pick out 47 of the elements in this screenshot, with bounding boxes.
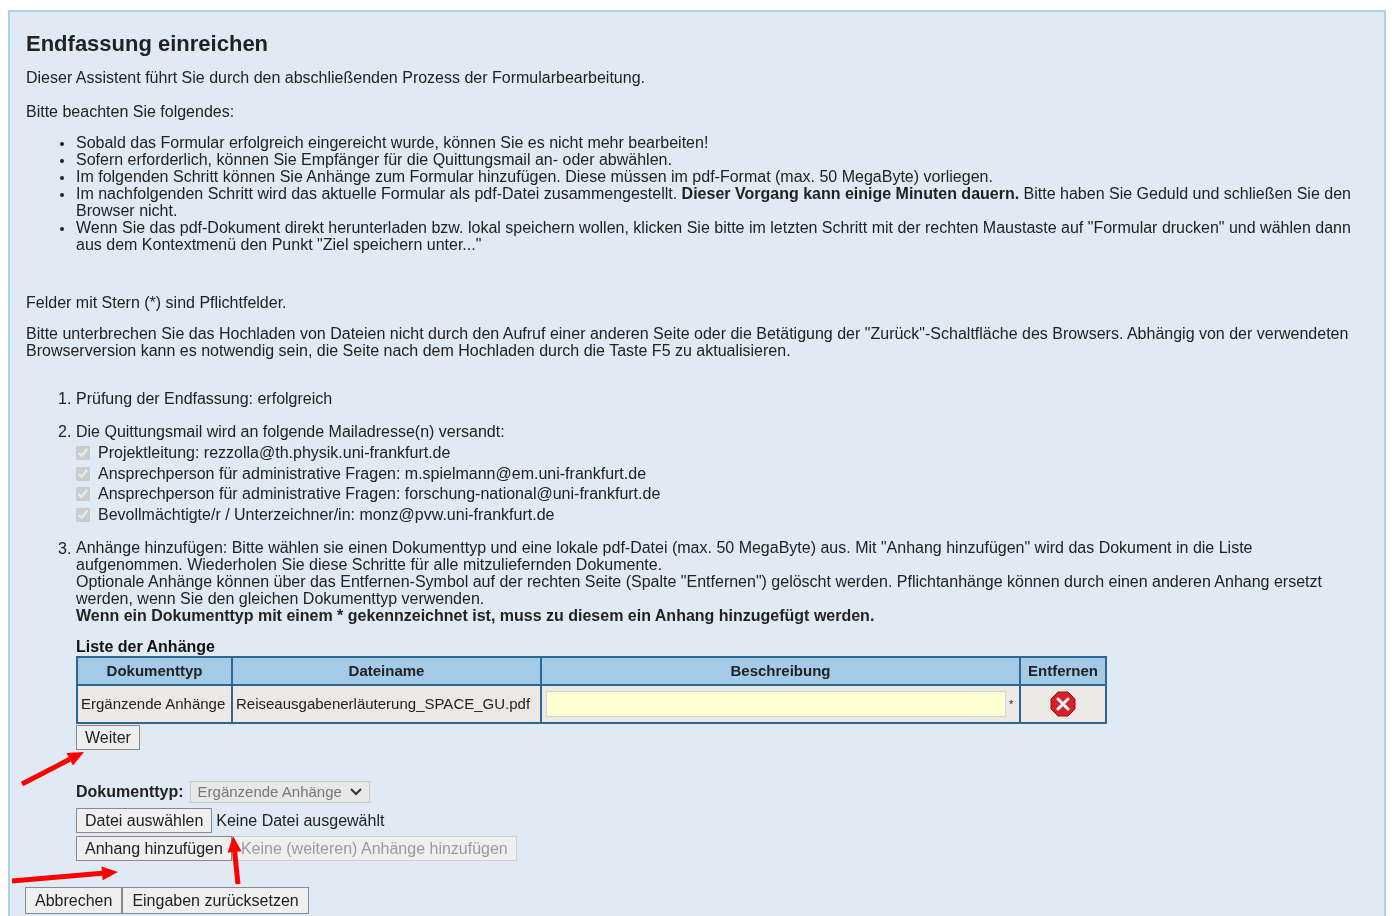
step-text: Optionale Anhänge können über das Entfernen-Symbol auf der rechten Seite (Spalte "Entfernen") gelöscht werden. Pflichtanhänge können durch einen anderen Anhang ersetzt werden, wenn Sie den gleichen Dokumenttyp verwenden. — [76, 573, 1323, 607]
upload-note: Bitte unterbrechen Sie das Hochladen von Dateien nicht durch den Aufruf einer anderen Seite oder die Betätigung der "Zurück"-Schaltfläche des Browsers. Abhängig von der verwendeten Browserversion kann es notwendig sein, die Seite nach dem Hochladen durch die Taste F5 zu aktualisieren. — [26, 325, 1350, 359]
required-warning: Wenn ein Dokumenttyp mit einem * gekennzeichnet ist, muss zu diesem ein Anhang hinzugefügt werden. — [76, 607, 876, 624]
step-text: Anhänge hinzufügen: Bitte wählen sie einen Dokumenttyp und eine lokale pdf-Datei (max. 50 MegaByte) aus. Mit "Anhang hinzufügen" wird das Dokument in die Liste aufgenommen. Wiederholen Sie diese Schritte für alle mitzuliefernden Dokumente. — [76, 539, 1254, 573]
footer-button[interactable]: Abbrechen — [25, 887, 123, 914]
remove-icon[interactable] — [1050, 691, 1076, 717]
notice-heading: Bitte beachten Sie folgendes: — [26, 102, 236, 122]
bullet-icon — [60, 227, 64, 231]
required-mark: * — [1009, 696, 1014, 712]
required-note: Felder mit Stern (*) sind Pflichtfelder. — [26, 293, 288, 313]
choose-file-button[interactable]: Datei auswählen — [76, 808, 213, 833]
notice-text: Im folgenden Schritt können Sie Anhänge zum Formular hinzufügen. Diese müssen im pdf-Format (max. 50 MegaByte) vorliegen. — [76, 168, 993, 185]
column-header: Dateiname — [232, 657, 541, 685]
notice-text: Sofern erforderlich, können Sie Empfänger für die Quittungsmail an- oder abwählen. — [76, 151, 672, 168]
step-number: 3. — [58, 539, 73, 559]
step-number: 2. — [58, 422, 73, 442]
notice-text: Im nachfolgenden Schritt wird das aktuelle Formular als pdf-Datei zusammengestellt. Dieser Vorgang kann einige Minuten dauern. Bitte haben Sie Geduld und schließen Sie den Browser nicht. — [76, 185, 1352, 219]
column-header: Entfernen — [1020, 657, 1106, 685]
bullet-icon — [60, 176, 64, 180]
notice-text: Wenn Sie das pdf-Dokument direkt herunterladen bzw. lokal speichern wollen, klicken Sie bitte im letzten Schritt mit der rechten Maustaste auf "Formular drucken" und wählen dann aus dem Kontextmenü den Punkt "Ziel speichern unter..." — [76, 219, 1352, 253]
chevron-down-icon — [349, 788, 362, 796]
recipient-label: Projektleitung: rezzolla@th.physik.uni-frankfurt.de — [98, 444, 451, 463]
column-header: Beschreibung — [541, 657, 1020, 685]
bullet-icon — [60, 142, 64, 146]
field-label: Dokumenttyp: — [76, 782, 184, 802]
recipient-label: Bevollmächtigte/r / Unterzeichner/in: monz@pvw.uni-frankfurt.de — [98, 505, 555, 524]
annotation-arrow — [227, 836, 242, 885]
add-attachment-button[interactable]: Anhang hinzufügen — [76, 836, 232, 861]
description-field[interactable] — [546, 691, 1006, 717]
table-caption: Liste der Anhänge — [76, 638, 216, 656]
step-text: Prüfung der Endfassung: erfolgreich — [76, 389, 334, 408]
column-header: Dokumenttyp — [77, 657, 232, 685]
table-cell: Ergänzende Anhänge — [77, 685, 232, 723]
annotation-arrow — [20, 752, 84, 787]
bullet-icon — [60, 159, 64, 163]
page-title: Endfassung einreichen — [26, 30, 270, 58]
file-status: Keine Datei ausgewählt — [216, 810, 385, 831]
footer-button[interactable]: Eingaben zurücksetzen — [122, 887, 309, 914]
table-cell: Reiseausgabenerläuterung_SPACE_GU.pdf — [232, 685, 541, 723]
recipient-label: Ansprechperson für administrative Fragen: forschung-national@uni-frankfurt.de — [98, 485, 661, 504]
bullet-icon — [60, 193, 64, 197]
step-text: Die Quittungsmail wird an folgende Mailadresse(n) versandt: — [76, 422, 506, 441]
step-number: 1. — [58, 389, 73, 408]
recipient-label: Ansprechperson für administrative Fragen: m.spielmann@em.uni-frankfurt.de — [98, 464, 647, 483]
intro-text: Dieser Assistent führt Sie durch den abschließenden Prozess der Formularbearbeitung. — [26, 68, 646, 88]
notice-text: Sobald das Formular erfolgreich eingereicht wurde, können Sie es nicht mehr bearbeiten! — [76, 134, 709, 151]
next-button[interactable]: Weiter — [76, 725, 140, 750]
